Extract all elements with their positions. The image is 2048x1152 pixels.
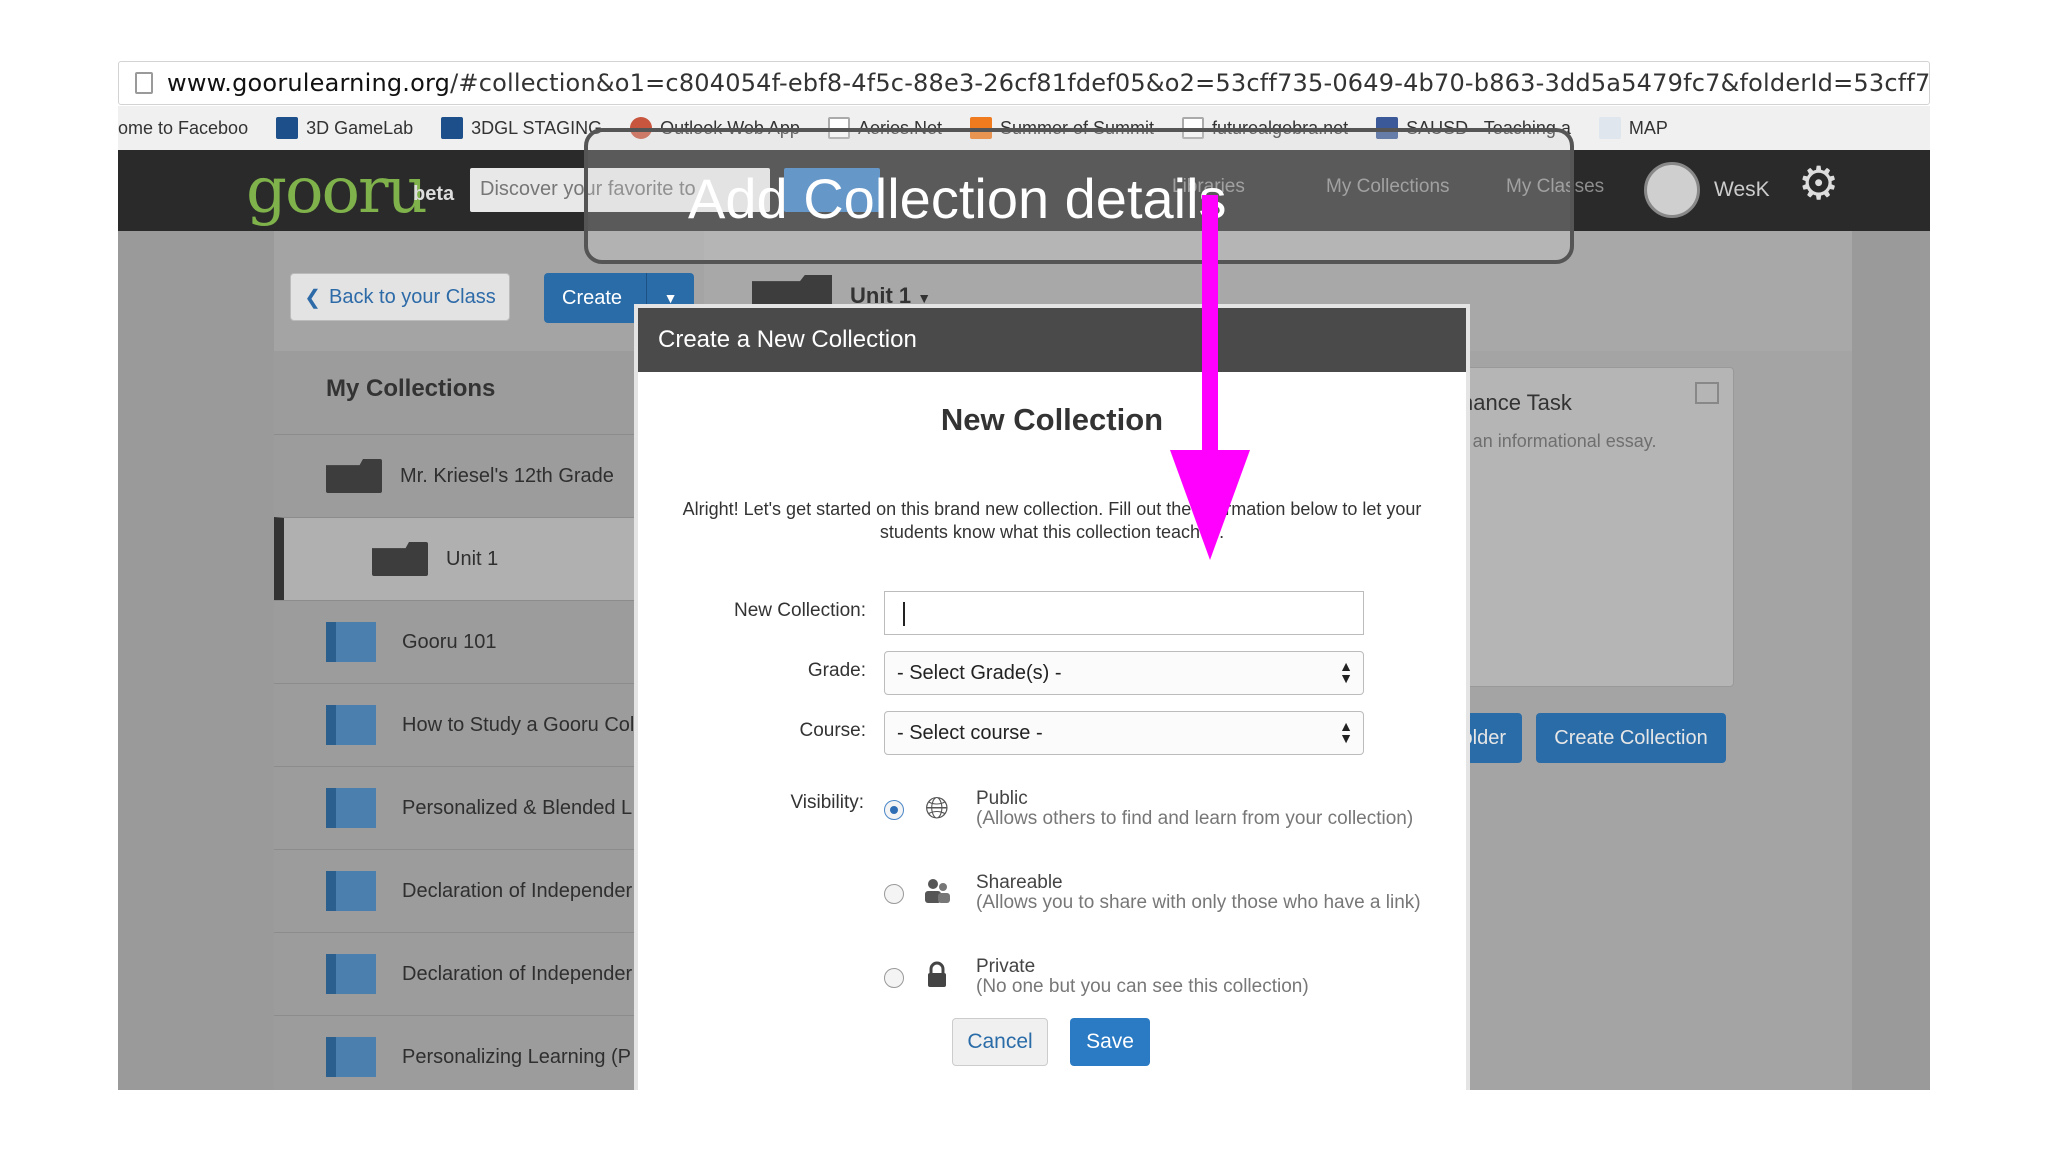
visibility-option-private[interactable]: Private (No one but you can see this col… <box>884 956 1444 1016</box>
collection-icon <box>326 788 376 828</box>
select-arrows-icon: ▲ ▼ <box>1339 718 1353 746</box>
bookmark-3d-gamelab[interactable]: 3D GameLab <box>276 117 413 139</box>
sidebar-item-unit-1[interactable]: Unit 1 <box>274 517 674 600</box>
list-item[interactable]: How to Study a Gooru Col <box>274 683 674 766</box>
annotation-callout-text: Add Collection details <box>688 167 1227 230</box>
collection-name-input[interactable] <box>884 591 1364 635</box>
bookmark-map[interactable]: MAP <box>1598 117 1668 139</box>
address-bar[interactable]: www.goorulearning.org/#collection&o1=c80… <box>118 61 1930 105</box>
course-select[interactable]: - Select course - ▲ ▼ <box>884 711 1364 755</box>
visibility-label: Visibility: <box>790 792 864 813</box>
create-collection-dialog: Create a New Collection New Collection A… <box>634 304 1470 1090</box>
annotation-arrow-icon <box>1170 195 1250 560</box>
lock-icon <box>920 960 954 994</box>
annotation-callout: Add Collection details <box>584 128 1574 264</box>
back-to-class-button[interactable]: ❮ Back to your Class <box>290 273 510 321</box>
avatar[interactable] <box>1644 162 1700 218</box>
dialog-intro: Alright! Let's get started on this brand… <box>682 499 1422 542</box>
list-item[interactable]: Personalized & Blended L <box>274 766 674 849</box>
select-arrows-icon: ▲ ▼ <box>1339 658 1353 686</box>
bookmark-facebook[interactable]: ome to Faceboo <box>118 118 248 139</box>
collection-icon <box>326 871 376 911</box>
list-item[interactable]: Gooru 101 <box>274 600 674 683</box>
sidebar-item-folder[interactable]: Mr. Kriesel's 12th Grade <box>274 434 674 517</box>
people-icon <box>920 876 954 910</box>
nwea-icon <box>1598 117 1621 139</box>
list-item[interactable]: Declaration of Independer <box>274 849 674 932</box>
folder-icon <box>372 542 428 576</box>
radio-shareable[interactable] <box>884 884 904 904</box>
list-item[interactable]: Personalizing Learning (P <box>274 1015 674 1090</box>
beta-label: beta <box>413 183 455 205</box>
collection-name-label: New Collection: <box>734 600 866 621</box>
gooru-logo[interactable]: gooru <box>246 154 428 228</box>
page-icon <box>135 72 153 94</box>
visibility-option-shareable[interactable]: Shareable (Allows you to share with only… <box>884 872 1444 932</box>
collections-sidebar: My Collections Mr. Kriesel's 12th Grade … <box>274 351 674 1090</box>
cancel-button[interactable]: Cancel <box>952 1018 1048 1066</box>
url-text[interactable]: www.goorulearning.org/#collection&o1=c80… <box>167 69 1929 97</box>
visibility-option-public[interactable]: 🌐︎ Public (Allows others to find and lea… <box>884 788 1444 848</box>
chevron-left-icon: ❮ <box>304 286 322 309</box>
gl-icon <box>441 117 464 139</box>
username[interactable]: WesK <box>1714 178 1770 202</box>
collection-icon <box>326 622 376 662</box>
list-item[interactable]: Declaration of Independer <box>274 932 674 1015</box>
collection-icon <box>326 1037 376 1077</box>
radio-private[interactable] <box>884 968 904 988</box>
gear-icon[interactable]: ⚙ <box>1798 160 1839 206</box>
dialog-header: Create a New Collection <box>638 308 1466 372</box>
save-button[interactable]: Save <box>1070 1018 1150 1066</box>
collection-icon <box>326 705 376 745</box>
screen: www.goorulearning.org/#collection&o1=c80… <box>0 0 2048 1152</box>
course-label: Course: <box>799 720 866 741</box>
folder-icon <box>326 459 382 493</box>
minimize-icon[interactable] <box>1695 382 1719 404</box>
globe-icon: 🌐︎ <box>925 792 949 825</box>
bookmark-3dgl-staging[interactable]: 3DGL STAGING <box>441 117 602 139</box>
radio-public[interactable] <box>884 800 904 820</box>
grade-select[interactable]: - Select Grade(s) - ▲ ▼ <box>884 651 1364 695</box>
collection-icon <box>326 954 376 994</box>
grade-label: Grade: <box>807 660 866 681</box>
text-cursor <box>903 602 905 626</box>
dialog-title: New Collection <box>940 402 1164 437</box>
gl-icon <box>276 117 299 139</box>
create-collection-button[interactable]: Create Collection <box>1536 713 1726 763</box>
sidebar-title: My Collections <box>326 375 496 402</box>
